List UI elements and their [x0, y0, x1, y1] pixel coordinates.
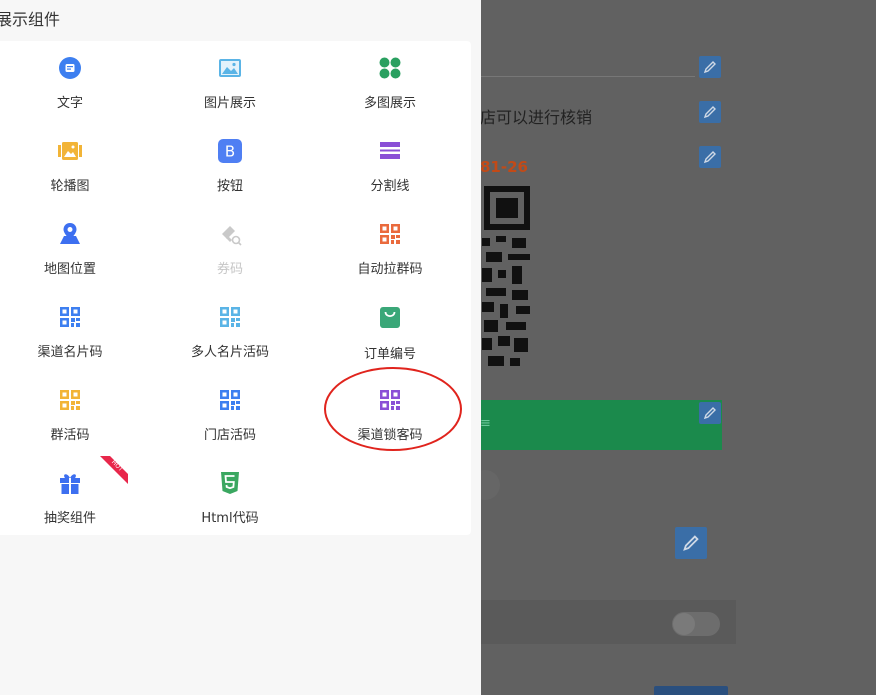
carousel-icon: [58, 142, 82, 160]
image-icon: [219, 59, 241, 77]
bottom-action-button[interactable]: [654, 686, 728, 695]
component-divider[interactable]: 分割线: [320, 124, 460, 194]
component-label: Html代码: [201, 511, 259, 526]
text-icon: [59, 57, 81, 79]
component-label: 抽奖组件: [43, 511, 96, 526]
highlight-annotation-circle: [324, 367, 462, 451]
component-label: 门店活码: [203, 428, 256, 443]
component-label: 地图位置: [43, 262, 96, 277]
component-text[interactable]: 文字: [0, 41, 140, 111]
component-coupon-code[interactable]: 券码: [160, 207, 300, 277]
coupon-icon: [222, 226, 242, 246]
qr-icon: [220, 307, 240, 327]
component-drawer: 展示组件 文字 图片展示 多图展示 轮播图 B 按钮 分割线 地图位置 券码 自…: [0, 0, 481, 695]
pencil-icon: [703, 151, 716, 164]
qr-icon: [380, 224, 400, 244]
component-auto-group-qr[interactable]: 自动拉群码: [320, 207, 460, 277]
component-label: 自动拉群码: [357, 262, 423, 277]
edit-button[interactable]: [699, 402, 721, 424]
button-icon: B: [218, 139, 242, 163]
hot-badge: HOT: [100, 456, 128, 484]
component-grid: 文字 图片展示 多图展示 轮播图 B 按钮 分割线 地图位置 券码 自动拉群码 …: [0, 41, 471, 535]
banner-stub-text: ≡: [480, 416, 491, 431]
title-input-underline[interactable]: [480, 56, 695, 77]
qr-code-image: [482, 186, 530, 366]
edit-button[interactable]: [699, 146, 721, 168]
component-label: 群活码: [50, 428, 90, 443]
component-multi-card-qr[interactable]: 多人名片活码: [160, 290, 300, 360]
pencil-icon: [683, 535, 699, 551]
component-label: 券码: [216, 262, 243, 277]
component-html-code[interactable]: Html代码: [160, 456, 300, 526]
qr-icon: [60, 390, 80, 410]
component-channel-card-qr[interactable]: 渠道名片码: [0, 290, 140, 360]
component-label: 分割线: [370, 179, 410, 194]
edit-button[interactable]: [699, 101, 721, 123]
drawer-title: 展示组件: [0, 10, 61, 29]
shopping-bag-icon: [380, 307, 400, 328]
component-label: 文字: [56, 96, 83, 111]
green-banner: ≡: [480, 400, 722, 450]
verify-description-text: 店可以进行核销: [480, 108, 593, 127]
component-order-number[interactable]: 订单编号: [320, 290, 460, 362]
component-label: 图片展示: [203, 96, 256, 111]
pencil-icon: [703, 106, 716, 119]
component-map-location[interactable]: 地图位置: [0, 207, 140, 277]
component-store-qr[interactable]: 门店活码: [160, 373, 300, 443]
component-label: 多图展示: [363, 96, 416, 111]
component-carousel[interactable]: 轮播图: [0, 124, 140, 194]
pencil-icon: [703, 61, 716, 74]
edit-button[interactable]: [675, 527, 707, 559]
html5-icon: [221, 472, 239, 494]
component-label: 轮播图: [50, 179, 90, 194]
qr-icon: [60, 307, 80, 327]
gift-icon: [60, 474, 80, 494]
edit-button[interactable]: [699, 56, 721, 78]
pencil-icon: [703, 407, 716, 420]
component-image-display[interactable]: 图片展示: [160, 41, 300, 111]
map-pin-icon: [60, 223, 80, 244]
qr-icon: [220, 390, 240, 410]
component-group-qr[interactable]: 群活码: [0, 373, 140, 443]
multi-image-icon: [379, 57, 401, 79]
divider-icon: [380, 142, 400, 159]
component-button[interactable]: B 按钮: [160, 124, 300, 194]
component-label: 订单编号: [363, 347, 416, 362]
component-multi-image[interactable]: 多图展示: [320, 41, 460, 111]
component-label: 按钮: [216, 179, 243, 194]
svg-text:B: B: [225, 143, 235, 161]
toggle-switch[interactable]: [672, 612, 720, 636]
toggle-knob: [673, 613, 695, 635]
component-label: 多人名片活码: [190, 345, 269, 360]
component-label: 渠道名片码: [37, 345, 103, 360]
code-number-text: 81-26: [480, 158, 528, 176]
